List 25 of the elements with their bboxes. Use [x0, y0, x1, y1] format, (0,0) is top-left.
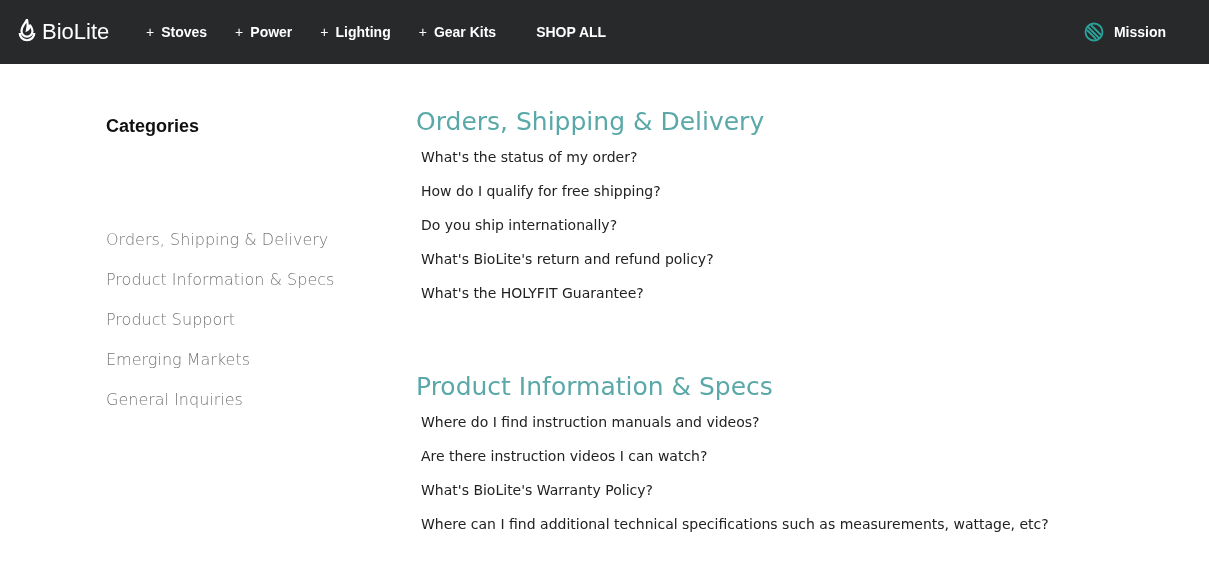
sidebar-title: Categories: [106, 116, 200, 137]
nav-link[interactable]: + Gear Kits: [418, 24, 497, 40]
logo-text: BioLite: [42, 19, 110, 45]
mission-link[interactable]: Mission: [1083, 22, 1166, 42]
category-link[interactable]: General Inquiries: [106, 390, 243, 410]
category-link[interactable]: Orders, Shipping & Delivery: [106, 230, 329, 250]
section-heading: Product Information & Specs: [416, 372, 773, 402]
section-heading: Orders, Shipping & Delivery: [416, 107, 765, 137]
question-link[interactable]: Where do I find instruction manuals and videos?: [421, 412, 760, 432]
question-link[interactable]: What's BioLite's Warranty Policy?: [421, 480, 653, 500]
nav-link[interactable]: + Power: [235, 24, 293, 40]
question-link[interactable]: What's the HOLYFIT Guarantee?: [421, 283, 644, 303]
category-link[interactable]: Emerging Markets: [106, 350, 251, 370]
nav-link[interactable]: + Stoves: [146, 24, 208, 40]
category-link[interactable]: Product Support: [106, 310, 236, 330]
question-link[interactable]: Do you ship internationally?: [421, 215, 618, 235]
question-link[interactable]: What's BioLite's return and refund policy?: [421, 249, 714, 269]
question-link[interactable]: What's the status of my order?: [421, 147, 638, 167]
nav-link[interactable]: + Lighting: [320, 24, 391, 40]
question-link[interactable]: Where can I find additional technical specifications such as measurements, wattage, etc?: [421, 514, 1049, 534]
category-link[interactable]: Product Information & Specs: [106, 270, 335, 290]
question-link[interactable]: Are there instruction videos I can watch?: [421, 446, 708, 466]
question-link[interactable]: How do I qualify for free shipping?: [421, 181, 661, 201]
biolite-logo[interactable]: BioLite: [16, 18, 146, 46]
nav-link[interactable]: SHOP ALL: [536, 24, 607, 40]
